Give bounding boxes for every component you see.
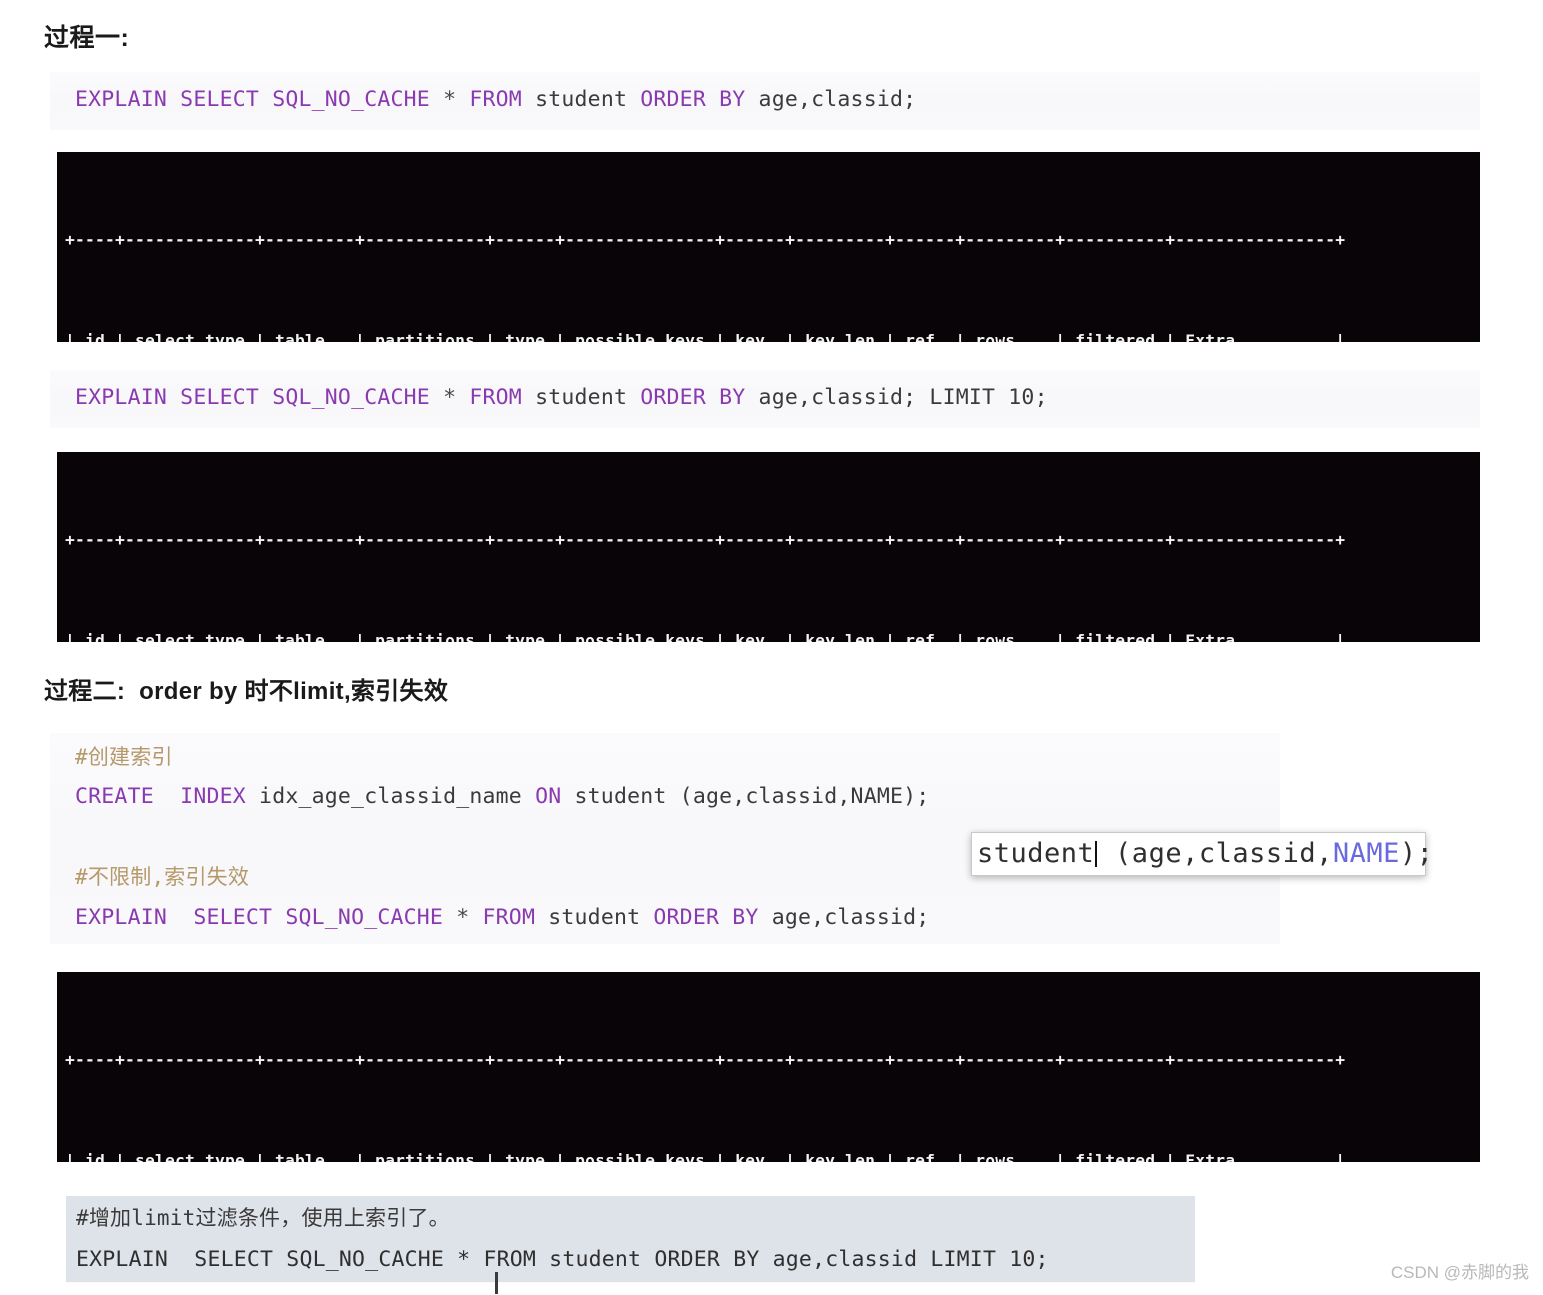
sql-statement-2: EXPLAIN SELECT SQL_NO_CACHE * FROM stude…: [75, 385, 1048, 411]
sql-explain-no-limit: EXPLAIN SELECT SQL_NO_CACHE * FROM stude…: [75, 905, 930, 931]
order-columns: age,classid;: [758, 905, 930, 930]
order-columns: age,classid;: [745, 385, 917, 410]
sql-create-index-statement: CREATE INDEX idx_age_classid_name ON stu…: [75, 784, 930, 810]
index-name: idx_age_classid_name: [245, 784, 536, 809]
keyword-select: SELECT: [193, 905, 273, 930]
keyword-create: CREATE: [75, 784, 154, 809]
table-header-row: | id | select_type | table | partitions …: [65, 630, 1346, 643]
table-header-row: | id | select_type | table | partitions …: [65, 330, 1346, 343]
keyword-order-by: ORDER BY: [653, 905, 759, 930]
terminal-output-2: +----+-------------+---------+----------…: [57, 452, 1480, 642]
zoom-table-name: student: [977, 838, 1095, 870]
page-title-process-one: 过程一:: [44, 24, 130, 52]
keyword-on: ON: [535, 784, 562, 809]
comment-add-limit-uses-index: #增加limit过滤条件，使用上索引了。: [76, 1206, 450, 1230]
table-separator-top: +----+-------------+---------+----------…: [65, 530, 1346, 549]
code-block-sql-order-by: EXPLAIN SELECT SQL_NO_CACHE * FROM stude…: [50, 72, 1480, 129]
page-title-process-two: 过程二: order by 时不limit,索引失效: [44, 678, 449, 705]
table-name: student: [535, 905, 654, 930]
zoom-name-column: NAME: [1332, 838, 1400, 870]
code-block-with-limit: #增加limit过滤条件，使用上索引了。 EXPLAIN SELECT SQL_…: [66, 1196, 1195, 1282]
csdn-watermark: CSDN @赤脚的我: [1390, 1263, 1529, 1282]
order-columns: age,classid;: [745, 87, 917, 112]
keyword-select: SELECT: [180, 385, 260, 410]
text-cursor-mark: [495, 1272, 498, 1294]
text-cursor: [1095, 841, 1098, 868]
keyword-explain: EXPLAIN: [75, 385, 168, 410]
table-name: student: [521, 87, 641, 112]
table-separator-top: +----+-------------+---------+----------…: [65, 230, 1346, 249]
table-name: student: [521, 385, 641, 410]
sql-statement-1: EXPLAIN SELECT SQL_NO_CACHE * FROM stude…: [75, 87, 917, 113]
keyword-order-by: ORDER BY: [640, 87, 746, 112]
keyword-from: FROM: [482, 905, 536, 930]
star-operator: *: [443, 905, 483, 930]
terminal-output-3: +----+-------------+---------+----------…: [57, 972, 1480, 1162]
comment-create-index: #创建索引: [75, 745, 173, 769]
table-separator-top: +----+-------------+---------+----------…: [65, 1050, 1346, 1069]
limit-clause: LIMIT 10;: [916, 385, 1048, 410]
keyword-sql-no-cache: SQL_NO_CACHE: [272, 385, 430, 410]
keyword-order-by: ORDER BY: [640, 385, 746, 410]
keyword-index: INDEX: [180, 784, 246, 809]
sql-explain-with-limit: EXPLAIN SELECT SQL_NO_CACHE * FROM stude…: [76, 1247, 1049, 1272]
keyword-explain: EXPLAIN: [75, 87, 168, 112]
code-block-sql-order-by-limit: EXPLAIN SELECT SQL_NO_CACHE * FROM stude…: [50, 370, 1480, 427]
zoom-inset-popup[interactable]: student (age,classid,NAME);: [971, 832, 1433, 876]
table-header-row: | id | select_type | table | partitions …: [65, 1150, 1346, 1163]
index-target-columns: student (age,classid,NAME);: [561, 784, 930, 809]
zoom-inset-text: student (age,classid,NAME);: [977, 838, 1433, 869]
star-operator: *: [429, 385, 470, 410]
star-operator: *: [429, 87, 470, 112]
keyword-select: SELECT: [180, 87, 260, 112]
comment-no-limit-index-invalid: #不限制,索引失效: [75, 865, 250, 889]
keyword-explain: EXPLAIN: [75, 905, 168, 930]
zoom-tail: );: [1399, 838, 1434, 870]
keyword-sql-no-cache: SQL_NO_CACHE: [272, 87, 430, 112]
keyword-from: FROM: [469, 385, 522, 410]
keyword-from: FROM: [469, 87, 522, 112]
zoom-columns: (age,classid,: [1098, 838, 1333, 870]
keyword-sql-no-cache: SQL_NO_CACHE: [285, 905, 444, 930]
terminal-output-1: +----+-------------+---------+----------…: [57, 152, 1480, 342]
